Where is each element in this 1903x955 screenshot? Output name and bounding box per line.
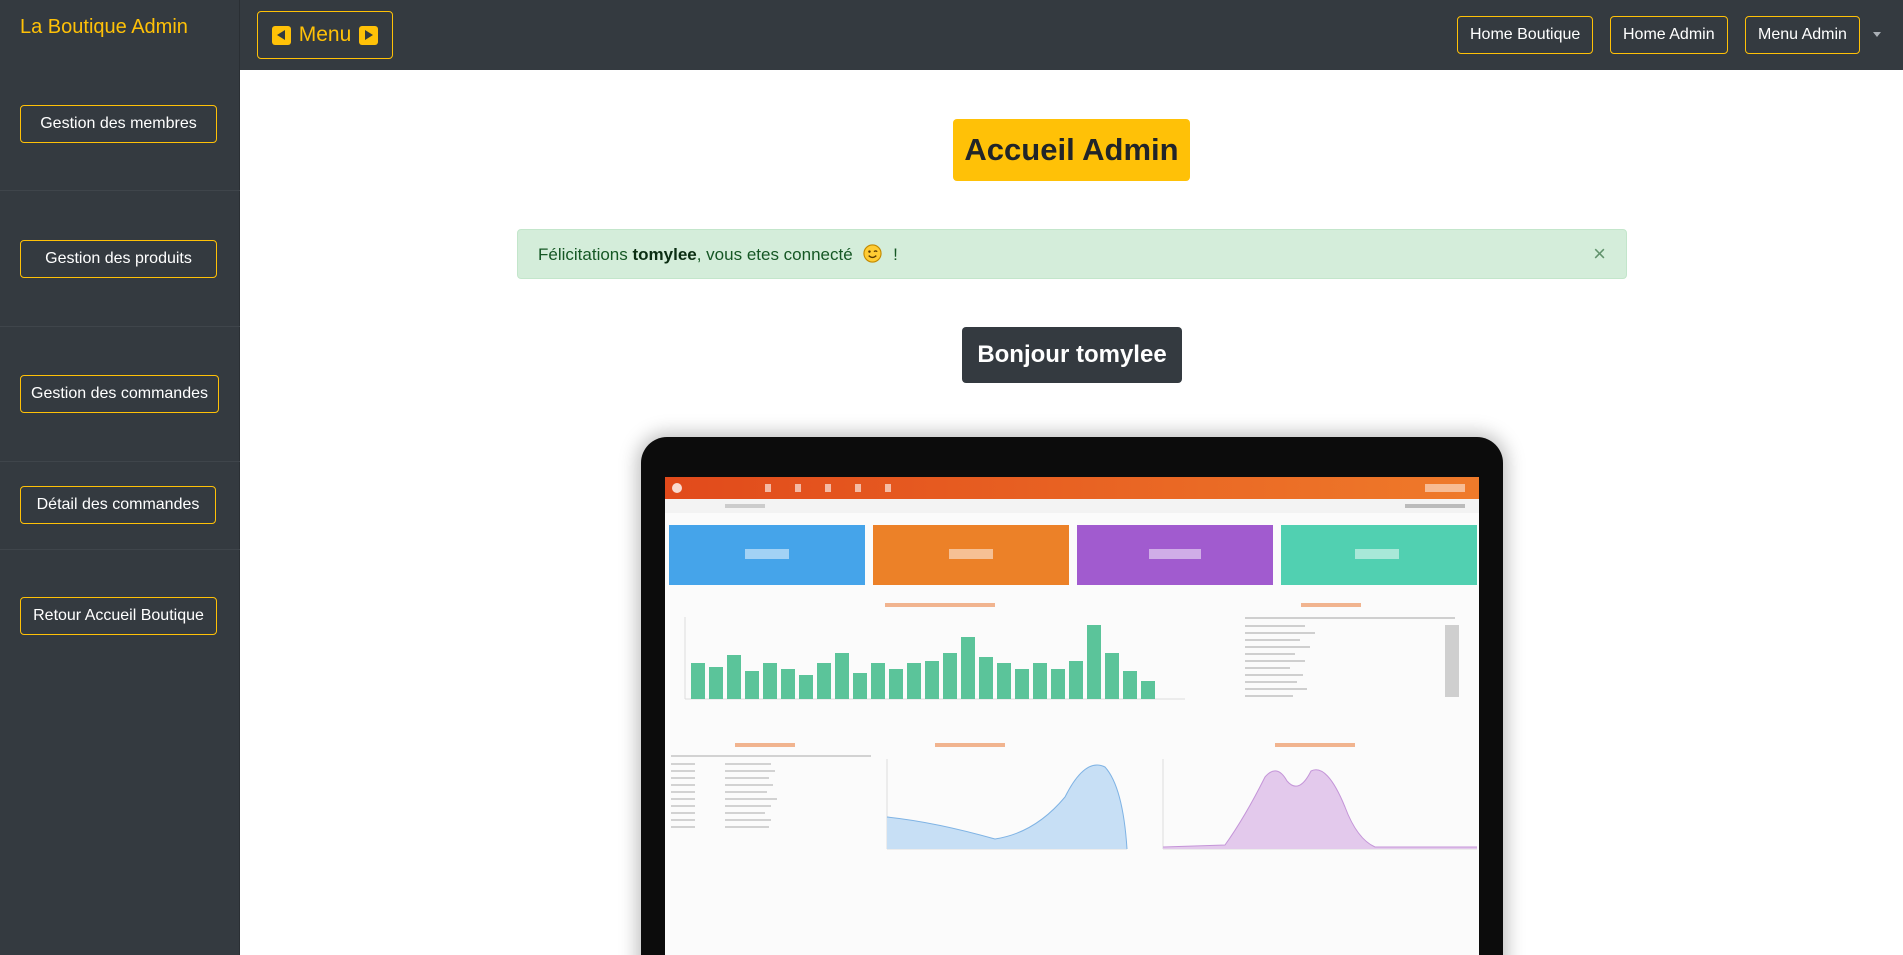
sidebar-divider xyxy=(0,549,240,550)
greeting-badge: Bonjour tomylee xyxy=(962,327,1182,383)
home-admin-link[interactable]: Home Admin xyxy=(1610,16,1728,54)
sidebar-item-gestion-membres[interactable]: Gestion des membres xyxy=(20,105,217,143)
sidebar-divider xyxy=(0,326,240,327)
home-boutique-link[interactable]: Home Boutique xyxy=(1457,16,1594,54)
sidebar-item-gestion-produits[interactable]: Gestion des produits xyxy=(20,240,217,278)
caret-down-icon[interactable] xyxy=(1873,32,1881,37)
caret-left-square-icon xyxy=(271,25,291,45)
menu-admin-dropdown[interactable]: Menu Admin xyxy=(1745,16,1860,54)
sidebar: La Boutique Admin Gestion des membres Ge… xyxy=(0,0,240,955)
sidebar-item-detail-commandes[interactable]: Détail des commandes xyxy=(20,486,216,524)
sidebar-divider xyxy=(0,190,240,191)
dashboard-screenshot-image xyxy=(665,477,1479,955)
caret-right-square-icon xyxy=(359,25,379,45)
dashboard-preview-graphic xyxy=(665,477,1479,850)
menu-toggle-button[interactable]: Menu xyxy=(257,11,393,59)
sidebar-divider xyxy=(0,461,240,462)
alert-username: tomylee xyxy=(632,244,697,264)
top-navbar: Menu Home Boutique Home Admin Menu Admin xyxy=(240,0,1903,70)
laptop-dashboard-illustration xyxy=(641,437,1503,955)
success-alert: Félicitations tomylee, vous etes connect… xyxy=(517,229,1627,279)
sidebar-item-retour-accueil[interactable]: Retour Accueil Boutique xyxy=(20,597,217,635)
winking-face-icon xyxy=(863,243,883,263)
close-icon[interactable]: × xyxy=(1593,242,1606,266)
menu-label: Menu xyxy=(298,23,352,46)
alert-message: Félicitations tomylee, vous etes connect… xyxy=(538,243,898,264)
brand-title[interactable]: La Boutique Admin xyxy=(20,16,188,39)
page-title: Accueil Admin xyxy=(953,119,1190,181)
sidebar-item-gestion-commandes[interactable]: Gestion des commandes xyxy=(20,375,219,413)
